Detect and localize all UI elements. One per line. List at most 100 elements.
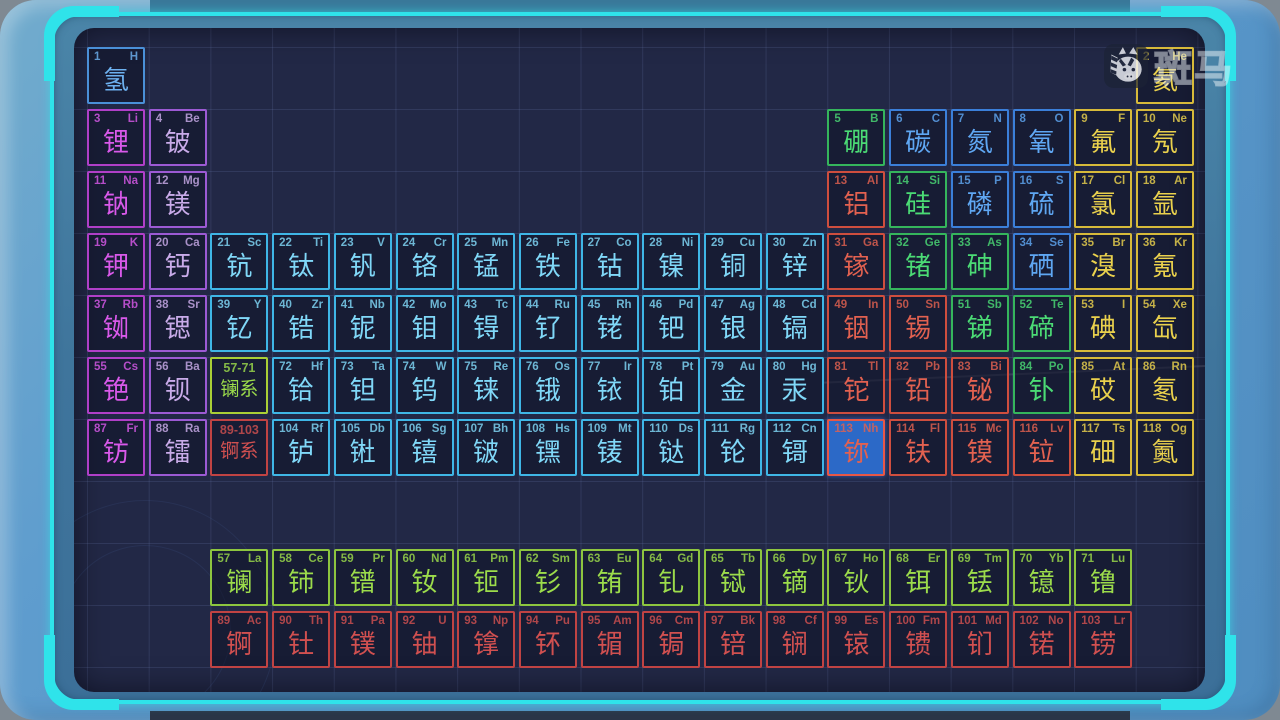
- element-cell-tb[interactable]: 65Tb铽: [704, 549, 762, 606]
- element-cell-tl[interactable]: 81Tl铊: [827, 357, 885, 414]
- element-cell-pb[interactable]: 82Pb铅: [889, 357, 947, 414]
- element-cell-sc[interactable]: 21Sc钪: [210, 233, 268, 290]
- element-cell-pa[interactable]: 91Pa镤: [334, 611, 392, 668]
- element-cell-tc[interactable]: 43Tc锝: [457, 295, 515, 352]
- element-cell-bk[interactable]: 97Bk锫: [704, 611, 762, 668]
- element-cell-k[interactable]: 19K钾: [87, 233, 145, 290]
- element-cell-al[interactable]: 13Al铝: [827, 171, 885, 228]
- element-cell-ho[interactable]: 67Ho钬: [827, 549, 885, 606]
- element-cell-ba[interactable]: 56Ba钡: [149, 357, 207, 414]
- element-cell-mt[interactable]: 109Mt鿏: [581, 419, 639, 476]
- element-cell-ni[interactable]: 28Ni镍: [642, 233, 700, 290]
- element-cell-pd[interactable]: 46Pd钯: [642, 295, 700, 352]
- element-cell-er[interactable]: 68Er铒: [889, 549, 947, 606]
- element-cell-ti[interactable]: 22Ti钛: [272, 233, 330, 290]
- element-cell-nh[interactable]: 113Nh鿭: [827, 419, 885, 476]
- element-cell-rg[interactable]: 111Rg𬬭: [704, 419, 762, 476]
- element-cell-ge[interactable]: 32Ge锗: [889, 233, 947, 290]
- element-cell-pu[interactable]: 94Pu钚: [519, 611, 577, 668]
- element-cell-ca[interactable]: 20Ca钙: [149, 233, 207, 290]
- element-cell-pt[interactable]: 78Pt铂: [642, 357, 700, 414]
- element-cell-li[interactable]: 3Li锂: [87, 109, 145, 166]
- element-cell-fl[interactable]: 114Fl𫓧: [889, 419, 947, 476]
- element-cell-zr[interactable]: 40Zr锆: [272, 295, 330, 352]
- element-cell-cs[interactable]: 55Cs铯: [87, 357, 145, 414]
- element-cell-mn[interactable]: 25Mn锰: [457, 233, 515, 290]
- element-cell-gd[interactable]: 64Gd钆: [642, 549, 700, 606]
- element-cell-es[interactable]: 99Es锿: [827, 611, 885, 668]
- element-cell-co[interactable]: 27Co钴: [581, 233, 639, 290]
- element-cell-be[interactable]: 4Be铍: [149, 109, 207, 166]
- element-cell-sr[interactable]: 38Sr锶: [149, 295, 207, 352]
- element-cell-hf[interactable]: 72Hf铪: [272, 357, 330, 414]
- element-cell-y[interactable]: 39Y钇: [210, 295, 268, 352]
- element-cell-n[interactable]: 7N氮: [951, 109, 1009, 166]
- element-cell-cn[interactable]: 112Cn鿔: [766, 419, 824, 476]
- element-cell-lr[interactable]: 103Lr铹: [1074, 611, 1132, 668]
- element-cell-na[interactable]: 11Na钠: [87, 171, 145, 228]
- element-cell-te[interactable]: 52Te碲: [1013, 295, 1071, 352]
- element-cell-p[interactable]: 15P磷: [951, 171, 1009, 228]
- element-cell-at[interactable]: 85At砹: [1074, 357, 1132, 414]
- element-cell-cm[interactable]: 96Cm锔: [642, 611, 700, 668]
- element-cell-o[interactable]: 8O氧: [1013, 109, 1071, 166]
- element-cell-rn[interactable]: 86Rn氡: [1136, 357, 1194, 414]
- element-cell-hs[interactable]: 108Hs𬭶: [519, 419, 577, 476]
- element-cell-cl[interactable]: 17Cl氯: [1074, 171, 1132, 228]
- element-cell-ga[interactable]: 31Ga镓: [827, 233, 885, 290]
- element-cell-rf[interactable]: 104Rf𬬻: [272, 419, 330, 476]
- element-cell-nb[interactable]: 41Nb铌: [334, 295, 392, 352]
- lanthanide-series-cell[interactable]: 57-71镧系: [210, 357, 268, 414]
- element-cell-hg[interactable]: 80Hg汞: [766, 357, 824, 414]
- element-cell-c[interactable]: 6C碳: [889, 109, 947, 166]
- element-cell-lv[interactable]: 116Lv𫟷: [1013, 419, 1071, 476]
- element-cell-b[interactable]: 5B硼: [827, 109, 885, 166]
- element-cell-au[interactable]: 79Au金: [704, 357, 762, 414]
- element-cell-cf[interactable]: 98Cf锎: [766, 611, 824, 668]
- element-cell-v[interactable]: 23V钒: [334, 233, 392, 290]
- element-cell-ne[interactable]: 10Ne氖: [1136, 109, 1194, 166]
- element-cell-cd[interactable]: 48Cd镉: [766, 295, 824, 352]
- element-cell-dy[interactable]: 66Dy镝: [766, 549, 824, 606]
- element-cell-db[interactable]: 105Db𬭊: [334, 419, 392, 476]
- element-cell-rb[interactable]: 37Rb铷: [87, 295, 145, 352]
- element-cell-cu[interactable]: 29Cu铜: [704, 233, 762, 290]
- element-cell-ta[interactable]: 73Ta钽: [334, 357, 392, 414]
- element-cell-ac[interactable]: 89Ac锕: [210, 611, 268, 668]
- element-cell-po[interactable]: 84Po钋: [1013, 357, 1071, 414]
- element-cell-am[interactable]: 95Am镅: [581, 611, 639, 668]
- element-cell-sm[interactable]: 62Sm钐: [519, 549, 577, 606]
- element-cell-rh[interactable]: 45Rh铑: [581, 295, 639, 352]
- element-cell-ag[interactable]: 47Ag银: [704, 295, 762, 352]
- element-cell-fm[interactable]: 100Fm镄: [889, 611, 947, 668]
- element-cell-se[interactable]: 34Se硒: [1013, 233, 1071, 290]
- element-cell-ar[interactable]: 18Ar氩: [1136, 171, 1194, 228]
- element-cell-ru[interactable]: 44Ru钌: [519, 295, 577, 352]
- element-cell-i[interactable]: 53I碘: [1074, 295, 1132, 352]
- element-cell-os[interactable]: 76Os锇: [519, 357, 577, 414]
- element-cell-np[interactable]: 93Np镎: [457, 611, 515, 668]
- element-cell-re[interactable]: 75Re铼: [457, 357, 515, 414]
- element-cell-md[interactable]: 101Md钔: [951, 611, 1009, 668]
- element-cell-zn[interactable]: 30Zn锌: [766, 233, 824, 290]
- element-cell-pr[interactable]: 59Pr镨: [334, 549, 392, 606]
- element-cell-u[interactable]: 92U铀: [396, 611, 454, 668]
- element-cell-xe[interactable]: 54Xe氙: [1136, 295, 1194, 352]
- element-cell-nd[interactable]: 60Nd钕: [396, 549, 454, 606]
- element-cell-og[interactable]: 118Og鿫: [1136, 419, 1194, 476]
- element-cell-th[interactable]: 90Th钍: [272, 611, 330, 668]
- element-cell-cr[interactable]: 24Cr铬: [396, 233, 454, 290]
- element-cell-kr[interactable]: 36Kr氪: [1136, 233, 1194, 290]
- element-cell-lu[interactable]: 71Lu镥: [1074, 549, 1132, 606]
- element-cell-eu[interactable]: 63Eu铕: [581, 549, 639, 606]
- element-cell-ir[interactable]: 77Ir铱: [581, 357, 639, 414]
- element-cell-mg[interactable]: 12Mg镁: [149, 171, 207, 228]
- element-cell-fr[interactable]: 87Fr钫: [87, 419, 145, 476]
- element-cell-mo[interactable]: 42Mo钼: [396, 295, 454, 352]
- element-cell-h[interactable]: 1H氢: [87, 47, 145, 104]
- element-cell-sg[interactable]: 106Sg𬭳: [396, 419, 454, 476]
- actinide-series-cell[interactable]: 89-103锕系: [210, 419, 268, 476]
- element-cell-br[interactable]: 35Br溴: [1074, 233, 1132, 290]
- element-cell-w[interactable]: 74W钨: [396, 357, 454, 414]
- element-cell-ce[interactable]: 58Ce铈: [272, 549, 330, 606]
